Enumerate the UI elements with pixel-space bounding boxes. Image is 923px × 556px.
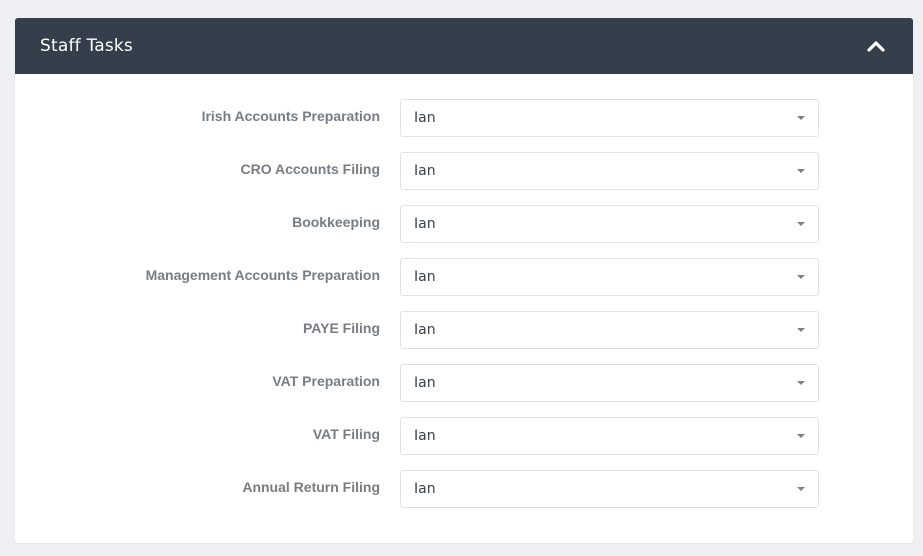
select-value: Ian (414, 322, 436, 338)
task-label: VAT Filing (312, 426, 380, 442)
task-row-cro-accounts-filing: CRO Accounts Filing Ian (15, 152, 913, 205)
caret-down-icon (797, 116, 805, 120)
task-row-vat-filing: VAT Filing Ian (15, 417, 913, 470)
select-value: Ian (414, 163, 436, 179)
collapse-button[interactable] (864, 34, 888, 58)
task-label: Management Accounts Preparation (145, 267, 380, 283)
staff-select[interactable]: Ian (400, 364, 819, 402)
select-value: Ian (414, 481, 436, 497)
select-value: Ian (414, 428, 436, 444)
select-value: Ian (414, 216, 436, 232)
staff-select[interactable]: Ian (400, 417, 819, 455)
staff-select[interactable]: Ian (400, 258, 819, 296)
caret-down-icon (797, 222, 805, 226)
task-row-bookkeeping: Bookkeeping Ian (15, 205, 913, 258)
task-label: VAT Preparation (272, 373, 380, 389)
caret-down-icon (797, 275, 805, 279)
task-label: Bookkeeping (292, 214, 380, 230)
panel-body: Irish Accounts Preparation Ian CRO Accou… (15, 74, 913, 523)
caret-down-icon (797, 328, 805, 332)
caret-down-icon (797, 381, 805, 385)
task-row-irish-accounts-preparation: Irish Accounts Preparation Ian (15, 99, 913, 152)
task-row-vat-preparation: VAT Preparation Ian (15, 364, 913, 417)
task-label: PAYE Filing (302, 320, 380, 336)
task-label: Irish Accounts Preparation (201, 108, 380, 124)
panel-title: Staff Tasks (40, 36, 133, 56)
staff-select[interactable]: Ian (400, 311, 819, 349)
caret-down-icon (797, 487, 805, 491)
task-row-management-accounts-preparation: Management Accounts Preparation Ian (15, 258, 913, 311)
staff-select[interactable]: Ian (400, 470, 819, 508)
task-row-annual-return-filing: Annual Return Filing Ian (15, 470, 913, 523)
chevron-up-icon (867, 41, 885, 52)
task-row-paye-filing: PAYE Filing Ian (15, 311, 913, 364)
caret-down-icon (797, 434, 805, 438)
panel-header: Staff Tasks (15, 18, 913, 74)
staff-tasks-panel: Staff Tasks Irish Accounts Preparation I… (15, 18, 913, 543)
caret-down-icon (797, 169, 805, 173)
select-value: Ian (414, 269, 436, 285)
select-value: Ian (414, 110, 436, 126)
task-label: Annual Return Filing (242, 479, 380, 495)
task-label: CRO Accounts Filing (240, 161, 380, 177)
select-value: Ian (414, 375, 436, 391)
staff-select[interactable]: Ian (400, 99, 819, 137)
staff-select[interactable]: Ian (400, 205, 819, 243)
staff-select[interactable]: Ian (400, 152, 819, 190)
